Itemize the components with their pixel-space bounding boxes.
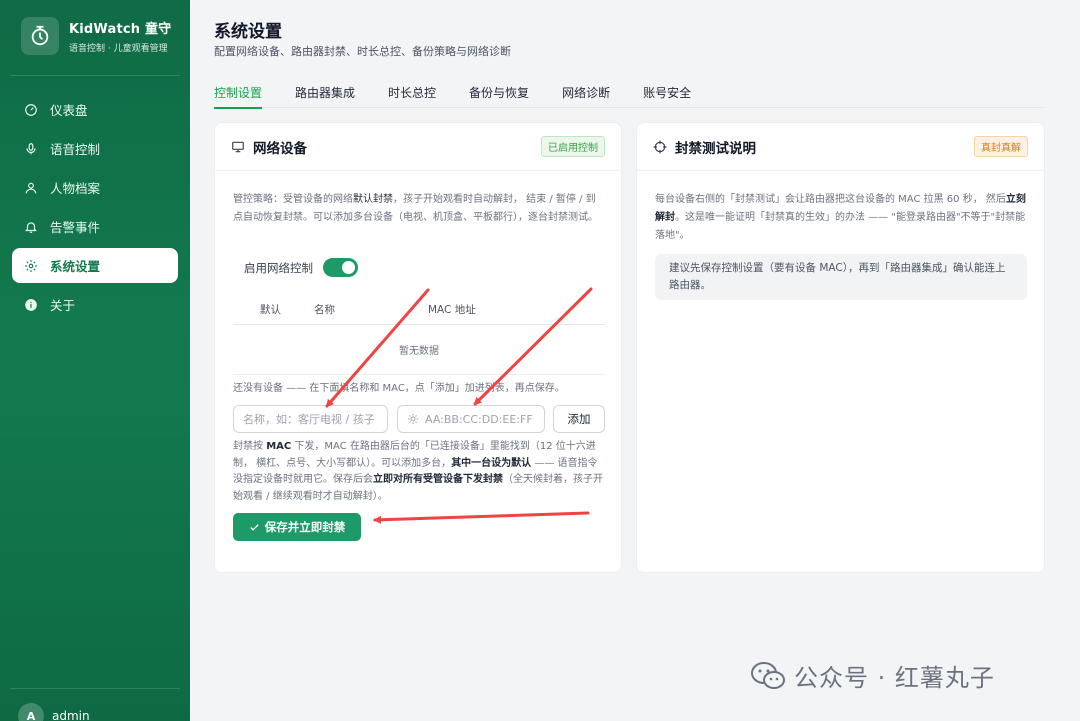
main-content: 系统设置 配置网络设备、路由器封禁、时长总控、备份策略与网络诊断 控制设置 路由… bbox=[190, 0, 1080, 721]
sidebar-item-label: 人物档案 bbox=[50, 181, 101, 196]
sidebar-item-label: 关于 bbox=[50, 298, 76, 313]
sidebar-item-dashboard[interactable]: 仪表盘 bbox=[12, 92, 178, 127]
brand: KidWatch 童守 语音控制 · 儿童观看管理 bbox=[21, 17, 171, 55]
mac-placeholder: AA:BB:CC:DD:EE:FF bbox=[425, 412, 533, 426]
add-device-button[interactable]: 添加 bbox=[553, 405, 605, 433]
sidebar-nav: 仪表盘 语音控制 人物档案 告警事件 系统设置 关于 bbox=[12, 92, 178, 326]
page-subtitle: 配置网络设备、路由器封禁、时长总控、备份策略与网络诊断 bbox=[214, 45, 511, 58]
save-button-label: 保存并立即封禁 bbox=[264, 520, 346, 534]
avatar: A bbox=[18, 703, 44, 721]
sidebar-item-label: 系统设置 bbox=[50, 259, 101, 274]
policy-emphasis: 默认封禁 bbox=[353, 194, 393, 205]
brand-title: KidWatch 童守 bbox=[69, 22, 172, 37]
dashboard-icon bbox=[25, 103, 37, 116]
sidebar-item-settings[interactable]: 系统设置 bbox=[12, 248, 178, 283]
user-menu[interactable]: A admin bbox=[18, 703, 90, 721]
mac-address-input[interactable]: AA:BB:CC:DD:EE:FF bbox=[397, 405, 545, 433]
target-icon bbox=[653, 140, 667, 153]
sidebar-item-label: 语音控制 bbox=[50, 142, 101, 157]
devices-table: 默认 名称 MAC 地址 暂无数据 bbox=[233, 295, 605, 375]
user-name: admin bbox=[52, 709, 90, 721]
sidebar-divider bbox=[10, 688, 180, 689]
gear-icon bbox=[25, 259, 37, 272]
table-header: 默认 名称 MAC 地址 bbox=[233, 295, 605, 325]
watermark-text: 公众号 · 红薯丸子 bbox=[794, 664, 995, 692]
info-icon bbox=[25, 298, 37, 311]
desc-text: 每台设备右侧的「封禁测试」会让路由器把这台设备的 MAC 拉黑 60 秒， 然后 bbox=[655, 194, 1006, 205]
tab-router-integration[interactable]: 路由器集成 bbox=[295, 80, 355, 108]
desc-text: 。这是唯一能证明「封禁真的生效」的办法 —— "能登录路由器"不等于"封禁能落地… bbox=[655, 212, 1026, 241]
sidebar-item-label: 仪表盘 bbox=[50, 103, 88, 118]
sun-icon bbox=[408, 414, 418, 424]
watermark: 公众号 · 红薯丸子 bbox=[750, 658, 995, 693]
sidebar-item-voice-control[interactable]: 语音控制 bbox=[12, 131, 178, 166]
network-control-switch[interactable] bbox=[323, 258, 358, 277]
sidebar-item-alerts[interactable]: 告警事件 bbox=[12, 209, 178, 244]
policy-text: 管控策略：受管设备的网络 bbox=[233, 194, 353, 205]
empty-state: 暂无数据 bbox=[233, 325, 605, 375]
page-title: 系统设置 bbox=[214, 22, 282, 42]
tab-backup-restore[interactable]: 备份与恢复 bbox=[469, 80, 529, 108]
note-emphasis: MAC bbox=[266, 441, 292, 452]
tab-time-control[interactable]: 时长总控 bbox=[388, 80, 436, 108]
microphone-icon bbox=[26, 142, 36, 154]
note-emphasis: 其中一台设为默认 bbox=[451, 457, 532, 469]
user-icon bbox=[25, 182, 37, 193]
policy-description: 管控策略：受管设备的网络默认封禁，孩子开始观看时自动解封， 结束 / 暂停 / … bbox=[233, 191, 605, 227]
network-control-toggle-row: 启用网络控制 bbox=[244, 258, 358, 277]
sidebar: KidWatch 童守 语音控制 · 儿童观看管理 仪表盘 语音控制 人物档案 … bbox=[0, 0, 190, 721]
column-header: 名称 bbox=[314, 304, 335, 316]
settings-tabs: 控制设置 路由器集成 时长总控 备份与恢复 网络诊断 账号安全 bbox=[214, 80, 1045, 109]
toggle-label: 启用网络控制 bbox=[244, 260, 313, 275]
brand-subtitle: 语音控制 · 儿童观看管理 bbox=[69, 44, 168, 54]
card-title: 网络设备 bbox=[253, 140, 307, 157]
add-device-form: 名称，如：客厅电视 / 孩子 AA:BB:CC:DD:EE:FF 添加 bbox=[233, 405, 605, 433]
tab-control-settings[interactable]: 控制设置 bbox=[214, 80, 263, 109]
monitor-icon bbox=[232, 141, 244, 152]
column-header: 默认 bbox=[260, 304, 281, 316]
sidebar-divider bbox=[10, 75, 180, 76]
stopwatch-icon bbox=[21, 17, 59, 55]
block-test-card: 封禁测试说明 真封真解 每台设备右侧的「封禁测试」会让路由器把这台设备的 MAC… bbox=[636, 122, 1045, 573]
card-title: 封禁测试说明 bbox=[675, 140, 756, 157]
check-icon bbox=[250, 523, 259, 531]
wechat-icon bbox=[751, 661, 785, 689]
bell-icon bbox=[24, 221, 38, 233]
tab-network-diagnostics[interactable]: 网络诊断 bbox=[562, 80, 610, 108]
column-header: MAC 地址 bbox=[428, 304, 476, 316]
tip-box: 建议先保存控制设置（要有设备 MAC），再到「路由器集成」确认能连上路由器。 bbox=[655, 254, 1027, 300]
sidebar-item-profiles[interactable]: 人物档案 bbox=[12, 170, 178, 205]
mac-note: 封禁按 MAC 下发，MAC 在路由器后台的「已连接设备」里能找到（12 位十六… bbox=[233, 439, 605, 505]
status-badge: 真封真解 bbox=[974, 136, 1028, 157]
note-emphasis: 立即对所有受管设备下发封禁 bbox=[373, 474, 503, 485]
save-and-block-button[interactable]: 保存并立即封禁 bbox=[233, 513, 361, 541]
block-test-description: 每台设备右侧的「封禁测试」会让路由器把这台设备的 MAC 拉黑 60 秒， 然后… bbox=[655, 191, 1027, 245]
device-name-input[interactable]: 名称，如：客厅电视 / 孩子 bbox=[233, 405, 388, 433]
status-badge: 已启用控制 bbox=[541, 136, 605, 157]
sidebar-item-label: 告警事件 bbox=[50, 220, 101, 235]
tab-account-security[interactable]: 账号安全 bbox=[643, 80, 691, 108]
no-device-hint: 还没有设备 —— 在下面填名称和 MAC，点「添加」加进列表，再点保存。 bbox=[233, 383, 565, 394]
note-text: 封禁按 bbox=[233, 441, 267, 452]
network-devices-card: 网络设备 已启用控制 管控策略：受管设备的网络默认封禁，孩子开始观看时自动解封，… bbox=[214, 122, 622, 573]
sidebar-item-about[interactable]: 关于 bbox=[12, 287, 178, 322]
